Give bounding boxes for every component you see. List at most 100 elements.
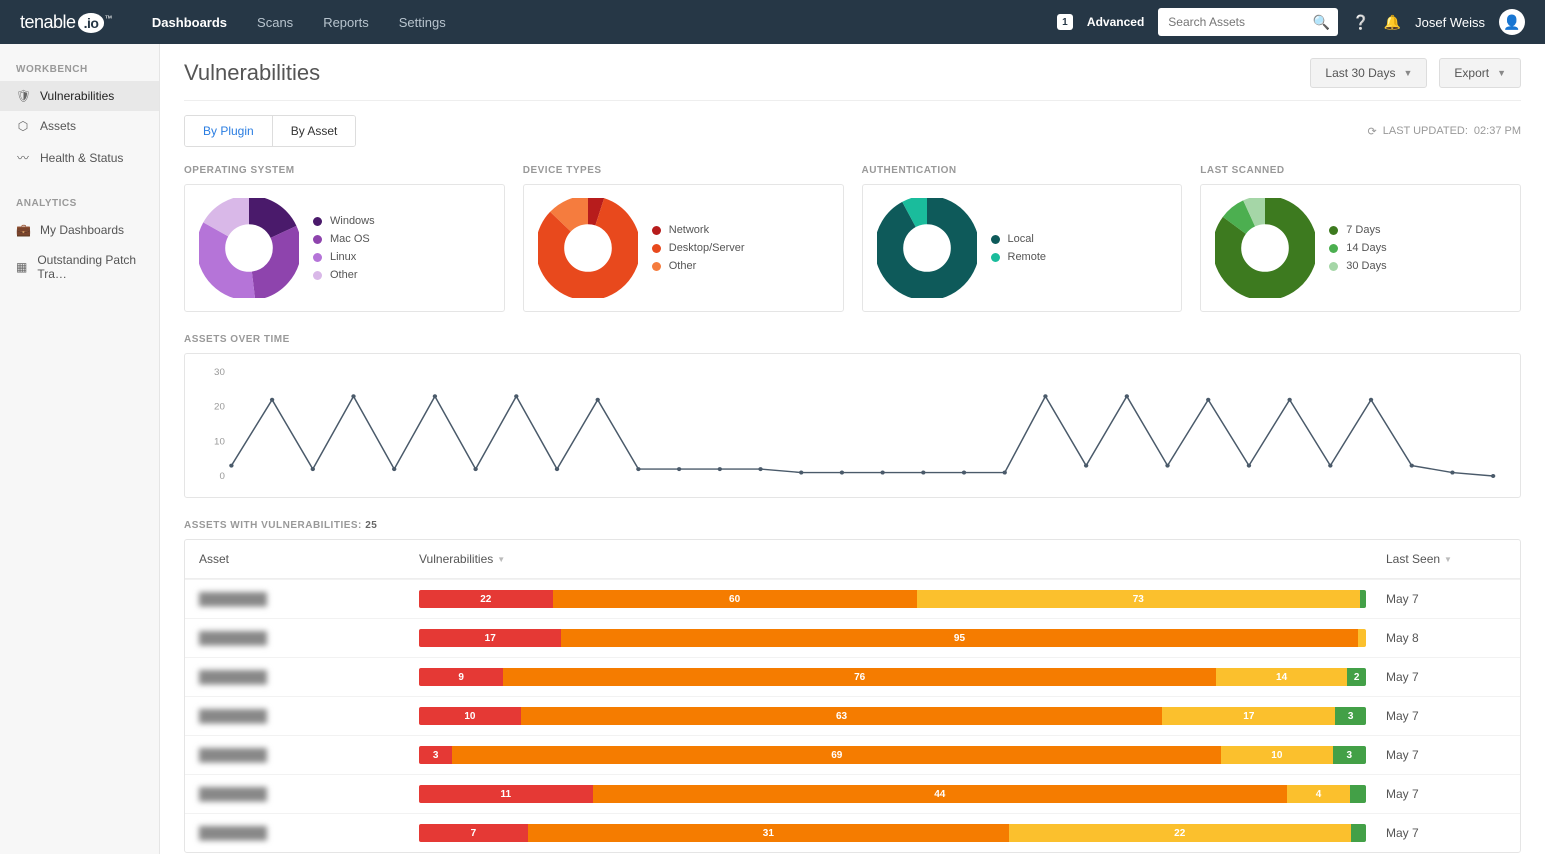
table-row[interactable]: ████████ 1795 May 8 [185, 618, 1520, 657]
vulnerability-bar: 1795 [419, 629, 1366, 647]
cell-asset: ████████ [199, 748, 419, 762]
assets-over-time-label: ASSETS OVER TIME [184, 334, 1521, 345]
user-name[interactable]: Josef Weiss [1415, 15, 1485, 30]
severity-segment-crit: 7 [419, 824, 528, 842]
sidebar-item-vulnerabilities[interactable]: 🛡Vulnerabilities [0, 81, 159, 111]
logo-badge: .io [78, 13, 105, 33]
severity-segment-high: 60 [553, 590, 917, 608]
severity-segment-low: 3 [1335, 707, 1366, 725]
date-filter-label: Last 30 Days [1325, 66, 1395, 80]
table-row[interactable]: ████████ 226073 May 7 [185, 579, 1520, 618]
sort-icon: ▼ [497, 555, 505, 564]
legend-item: Linux [313, 251, 375, 263]
logo[interactable]: tenable.io™ [20, 12, 112, 33]
tabs-row: By PluginBy Asset ⟳ LAST UPDATED: 02:37 … [184, 115, 1521, 147]
last-updated: ⟳ LAST UPDATED: 02:37 PM [1368, 125, 1521, 138]
legend-dot [991, 253, 1000, 262]
search-input[interactable] [1158, 8, 1338, 36]
table-row[interactable]: ████████ 976142 May 7 [185, 657, 1520, 696]
sidebar-item-health-status[interactable]: 〰Health & Status [0, 141, 159, 174]
nav-item-scans[interactable]: Scans [257, 15, 293, 30]
export-dropdown[interactable]: Export ▼ [1439, 58, 1521, 88]
svg-text:0: 0 [219, 470, 224, 481]
last-updated-time: 02:37 PM [1474, 125, 1521, 137]
refresh-icon[interactable]: ⟳ [1368, 125, 1377, 138]
cell-asset: ████████ [199, 709, 419, 723]
severity-segment-high: 69 [452, 746, 1221, 764]
donut-chart [1215, 198, 1315, 298]
search-icon[interactable]: 🔍 [1313, 14, 1330, 31]
table-row[interactable]: ████████ 73122 May 7 [185, 813, 1520, 852]
vulnerability-bar: 73122 [419, 824, 1366, 842]
severity-segment-med: 14 [1216, 668, 1347, 686]
severity-segment-high: 95 [561, 629, 1357, 647]
severity-segment-high: 76 [503, 668, 1216, 686]
briefcase-icon: 💼 [16, 223, 30, 237]
summary-card: WindowsMac OSLinuxOther [184, 184, 505, 312]
sidebar-item-outstanding-patch-tra-[interactable]: ▦Outstanding Patch Tra… [0, 245, 159, 289]
severity-segment-med: 73 [917, 590, 1360, 608]
cell-asset: ████████ [199, 631, 419, 645]
cell-last-seen: May 8 [1386, 631, 1506, 645]
advanced-count-badge[interactable]: 1 [1057, 14, 1073, 30]
legend-item: Mac OS [313, 233, 375, 245]
severity-segment-low [1351, 824, 1366, 842]
table-row[interactable]: ████████ 1063173 May 7 [185, 696, 1520, 735]
nav-item-dashboards[interactable]: Dashboards [152, 15, 227, 30]
topbar-right: 1 Advanced 🔍 ❔ 🔔 Josef Weiss 👤 [1057, 8, 1525, 36]
cube-icon: ⬡ [16, 119, 30, 133]
cell-last-seen: May 7 [1386, 787, 1506, 801]
cell-vulnerabilities: 369103 [419, 746, 1386, 764]
sidebar-item-my-dashboards[interactable]: 💼 My Dashboards [0, 215, 159, 245]
summary-card: Network Desktop/Server Other [523, 184, 844, 312]
card-title: DEVICE TYPES [523, 165, 844, 176]
table-row[interactable]: ████████ 11444 May 7 [185, 774, 1520, 813]
legend-item: Network [652, 224, 745, 236]
help-icon[interactable]: ❔ [1352, 14, 1369, 31]
sidebar-item-label: Outstanding Patch Tra… [37, 253, 143, 281]
cell-last-seen: May 7 [1386, 709, 1506, 723]
severity-segment-crit: 9 [419, 668, 503, 686]
col-vulnerabilities[interactable]: Vulnerabilities ▼ [419, 552, 1386, 566]
legend-dot [991, 235, 1000, 244]
nav-item-settings[interactable]: Settings [399, 15, 446, 30]
legend-dot [313, 253, 322, 262]
cell-vulnerabilities: 1795 [419, 629, 1386, 647]
advanced-link[interactable]: Advanced [1087, 15, 1144, 29]
severity-segment-high: 31 [528, 824, 1009, 842]
col-asset[interactable]: Asset [199, 552, 419, 566]
cell-vulnerabilities: 73122 [419, 824, 1386, 842]
cell-last-seen: May 7 [1386, 670, 1506, 684]
card-title: OPERATING SYSTEM [184, 165, 505, 176]
legend-item: Desktop/Server [652, 242, 745, 254]
sidebar-item-assets[interactable]: ⬡Assets [0, 111, 159, 141]
avatar-icon[interactable]: 👤 [1499, 9, 1525, 35]
table-row[interactable]: ████████ 369103 May 7 [185, 735, 1520, 774]
pulse-icon: 〰 [16, 149, 30, 166]
legend: 7 Days14 Days30 Days [1329, 224, 1386, 272]
nav-item-reports[interactable]: Reports [323, 15, 369, 30]
date-filter-dropdown[interactable]: Last 30 Days ▼ [1310, 58, 1427, 88]
col-last-seen[interactable]: Last Seen ▼ [1386, 552, 1506, 566]
legend-item: Other [652, 260, 745, 272]
card-title: LAST SCANNED [1200, 165, 1521, 176]
legend-item: Remote [991, 251, 1047, 263]
summary-card: Local Remote [862, 184, 1183, 312]
chevron-down-icon: ▼ [1403, 68, 1412, 78]
sidebar-item-label: My Dashboards [40, 223, 124, 237]
cell-vulnerabilities: 226073 [419, 590, 1386, 608]
export-label: Export [1454, 66, 1489, 80]
vulnerability-bar: 369103 [419, 746, 1366, 764]
tab-by-plugin[interactable]: By Plugin [185, 116, 272, 146]
severity-segment-crit: 17 [419, 629, 561, 647]
legend-dot [1329, 262, 1338, 271]
cell-last-seen: May 7 [1386, 748, 1506, 762]
severity-segment-high: 63 [521, 707, 1162, 725]
sidebar-section-workbench: WORKBENCH [0, 58, 159, 81]
svg-text:30: 30 [214, 366, 225, 377]
legend-item: 14 Days [1329, 242, 1386, 254]
tab-by-asset[interactable]: By Asset [272, 116, 356, 146]
bell-icon[interactable]: 🔔 [1384, 14, 1401, 31]
page-header: Vulnerabilities Last 30 Days ▼ Export ▼ [184, 58, 1521, 101]
legend-item: Local [991, 233, 1047, 245]
